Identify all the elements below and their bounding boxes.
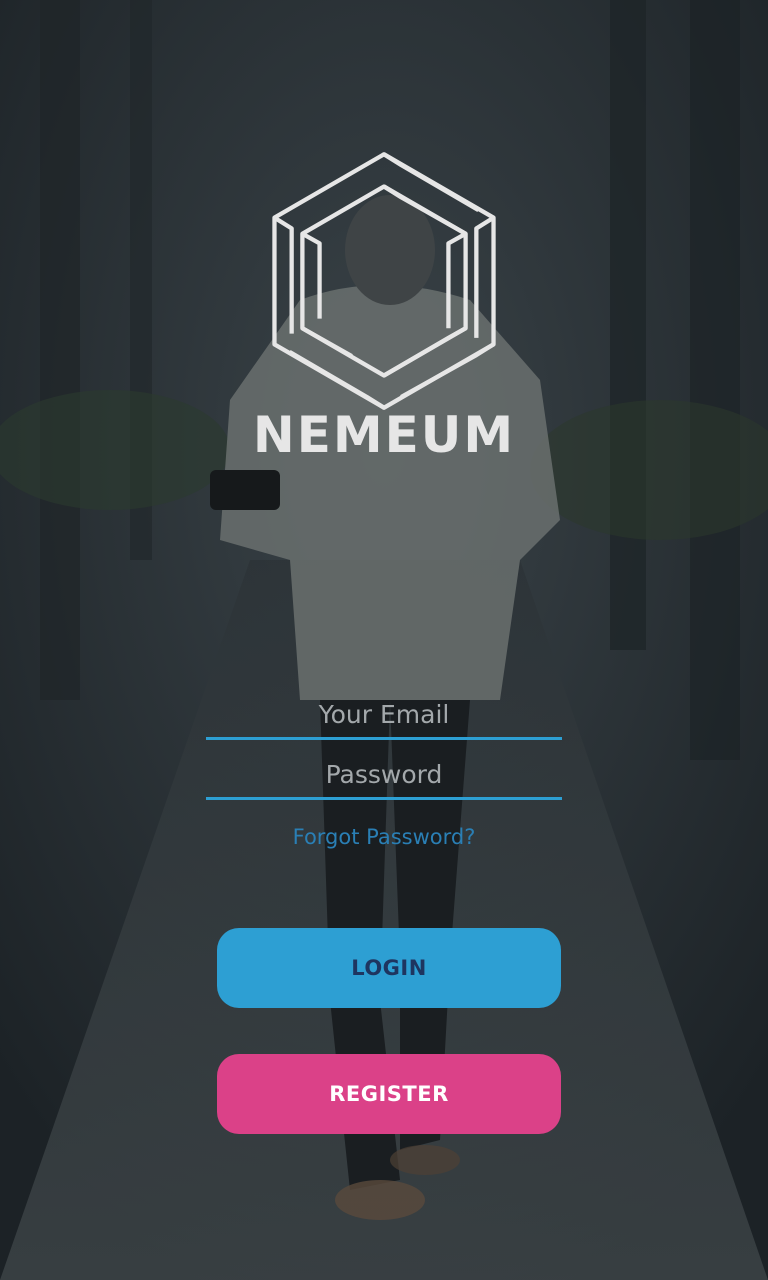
brand-logo: NEMEUM: [0, 150, 768, 464]
forgot-password-link[interactable]: Forgot Password?: [0, 825, 768, 849]
login-button-label: LOGIN: [351, 956, 427, 980]
login-button[interactable]: LOGIN: [217, 928, 561, 1008]
password-input[interactable]: [206, 744, 562, 797]
hexagon-logo-icon: [272, 152, 496, 410]
brand-name: NEMEUM: [252, 406, 516, 464]
login-screen: NEMEUM Forgot Password? LOGIN REGISTER: [0, 0, 768, 1280]
register-button[interactable]: REGISTER: [217, 1054, 561, 1134]
email-input[interactable]: [206, 684, 562, 737]
email-field: [206, 684, 562, 740]
password-field: [206, 744, 562, 800]
register-button-label: REGISTER: [329, 1082, 449, 1106]
